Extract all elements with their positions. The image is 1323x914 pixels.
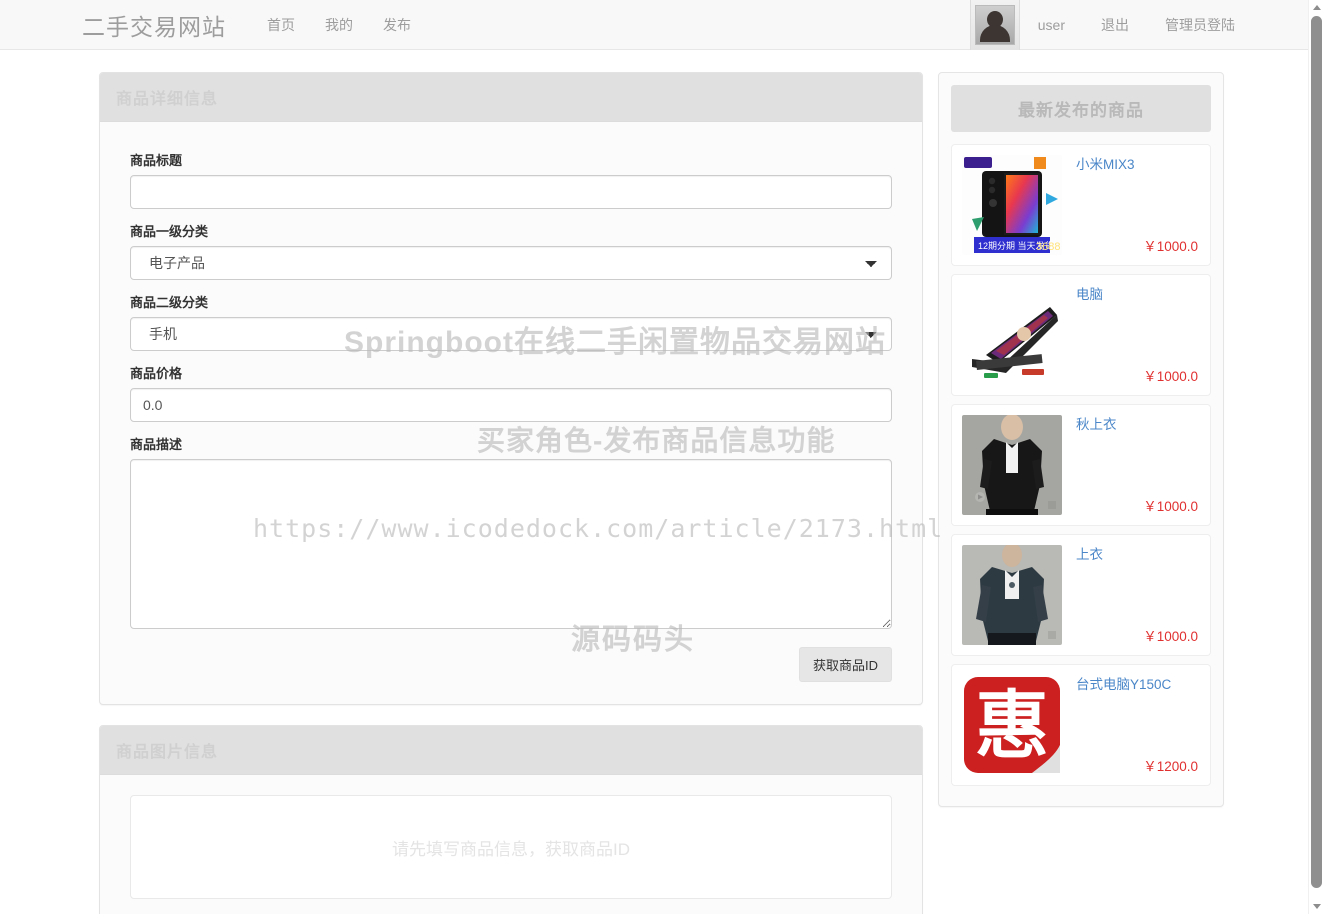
textarea-product-description[interactable] bbox=[130, 459, 892, 629]
triangle-down-icon[interactable] bbox=[1309, 899, 1323, 914]
nav-home[interactable]: 首页 bbox=[252, 15, 310, 35]
product-price: ￥1200.0 bbox=[1143, 759, 1198, 774]
product-thumbnail-hui-red-logo: 惠 bbox=[962, 675, 1062, 775]
scrollbar-thumb[interactable] bbox=[1311, 16, 1322, 888]
nav-logout[interactable]: 退出 bbox=[1083, 15, 1147, 35]
product-thumbnail-jacket-grey bbox=[962, 545, 1062, 645]
list-item[interactable]: 上衣 ￥1000.0 bbox=[951, 534, 1211, 656]
list-item-info: 上衣 ￥1000.0 bbox=[1062, 545, 1200, 645]
svg-text:惠: 惠 bbox=[975, 683, 1049, 769]
product-name[interactable]: 上衣 bbox=[1076, 545, 1200, 565]
product-price: ￥1000.0 bbox=[1143, 369, 1198, 384]
page-root: 二手交易网站 首页 我的 发布 user 退出 管理员登陆 商品详细信息 商品标… bbox=[0, 0, 1323, 914]
nav-links: 首页 我的 发布 bbox=[252, 15, 426, 35]
product-thumbnail-laptop bbox=[962, 285, 1062, 385]
nav-mine[interactable]: 我的 bbox=[310, 15, 368, 35]
nav-admin-login[interactable]: 管理员登陆 bbox=[1147, 15, 1253, 35]
label-category-1: 商品一级分类 bbox=[130, 224, 209, 239]
product-detail-title: 商品详细信息 bbox=[100, 73, 922, 122]
list-item-info: 电脑 ￥1000.0 bbox=[1062, 285, 1200, 385]
input-product-title[interactable] bbox=[130, 175, 892, 209]
select-category-1[interactable]: 电子产品 bbox=[130, 246, 892, 280]
vertical-scrollbar[interactable] bbox=[1308, 0, 1323, 914]
product-name[interactable]: 台式电脑Y150C bbox=[1076, 675, 1200, 695]
image-upload-hint: 请先填写商品信息，获取商品ID bbox=[392, 839, 630, 859]
list-item-info: 小米MIX3 ￥1000.0 bbox=[1062, 155, 1200, 255]
site-brand[interactable]: 二手交易网站 bbox=[82, 8, 226, 42]
label-product-price: 商品价格 bbox=[130, 366, 183, 381]
latest-products-title: 最新发布的商品 bbox=[951, 85, 1211, 132]
product-detail-panel: 商品详细信息 商品标题 商品一级分类 电子产品 商品二级分类 手机 商品价格 商… bbox=[99, 72, 923, 705]
input-product-price[interactable] bbox=[130, 388, 892, 422]
triangle-up-icon[interactable] bbox=[1309, 0, 1323, 15]
product-thumbnail-jacket-black bbox=[962, 415, 1062, 515]
product-name[interactable]: 小米MIX3 bbox=[1076, 155, 1200, 175]
product-name[interactable]: 电脑 bbox=[1076, 285, 1200, 305]
avatar-silhouette-icon bbox=[974, 4, 1015, 45]
detail-actions: 获取商品ID bbox=[130, 647, 892, 682]
product-price: ￥1000.0 bbox=[1143, 499, 1198, 514]
label-category-2: 商品二级分类 bbox=[130, 295, 209, 310]
product-price: ￥1000.0 bbox=[1143, 239, 1198, 254]
label-product-title: 商品标题 bbox=[130, 153, 183, 168]
product-image-panel: 商品图片信息 请先填写商品信息，获取商品ID bbox=[99, 725, 923, 914]
list-item[interactable]: 惠 台式电脑Y150C ￥1200.0 bbox=[951, 664, 1211, 786]
product-price: ￥1000.0 bbox=[1143, 629, 1198, 644]
product-name[interactable]: 秋上衣 bbox=[1076, 415, 1200, 435]
product-detail-body: 商品标题 商品一级分类 电子产品 商品二级分类 手机 商品价格 商品描述 bbox=[100, 122, 922, 704]
image-upload-placeholder[interactable]: 请先填写商品信息，获取商品ID bbox=[130, 795, 892, 899]
list-item[interactable]: 秋上衣 ￥1000.0 bbox=[951, 404, 1211, 526]
nav-username[interactable]: user bbox=[1020, 17, 1083, 33]
right-column: 最新发布的商品 12期分期 当天发货 3688 小米MIX3 ￥1000.0 电… bbox=[938, 72, 1224, 807]
select-category-2[interactable]: 手机 bbox=[130, 317, 892, 351]
label-product-description: 商品描述 bbox=[130, 437, 183, 452]
product-thumbnail-phone-xiaomi-mix3: 12期分期 当天发货 3688 bbox=[962, 155, 1062, 255]
main-container: 商品详细信息 商品标题 商品一级分类 电子产品 商品二级分类 手机 商品价格 商… bbox=[0, 50, 1308, 914]
list-item[interactable]: 12期分期 当天发货 3688 小米MIX3 ￥1000.0 bbox=[951, 144, 1211, 266]
svg-text:3688: 3688 bbox=[1036, 241, 1060, 253]
list-item-info: 台式电脑Y150C ￥1200.0 bbox=[1062, 675, 1200, 775]
user-avatar-icon[interactable] bbox=[969, 0, 1020, 50]
latest-products-panel: 最新发布的商品 12期分期 当天发货 3688 小米MIX3 ￥1000.0 电… bbox=[938, 72, 1224, 807]
list-item-info: 秋上衣 ￥1000.0 bbox=[1062, 415, 1200, 515]
product-image-body: 请先填写商品信息，获取商品ID bbox=[100, 775, 922, 914]
navbar: 二手交易网站 首页 我的 发布 user 退出 管理员登陆 bbox=[0, 0, 1308, 50]
left-column: 商品详细信息 商品标题 商品一级分类 电子产品 商品二级分类 手机 商品价格 商… bbox=[99, 72, 923, 914]
product-image-title: 商品图片信息 bbox=[100, 726, 922, 775]
get-product-id-button[interactable]: 获取商品ID bbox=[798, 647, 892, 682]
list-item[interactable]: 电脑 ￥1000.0 bbox=[951, 274, 1211, 396]
nav-publish[interactable]: 发布 bbox=[368, 15, 426, 35]
nav-right-group: user 退出 管理员登陆 bbox=[969, 0, 1308, 50]
